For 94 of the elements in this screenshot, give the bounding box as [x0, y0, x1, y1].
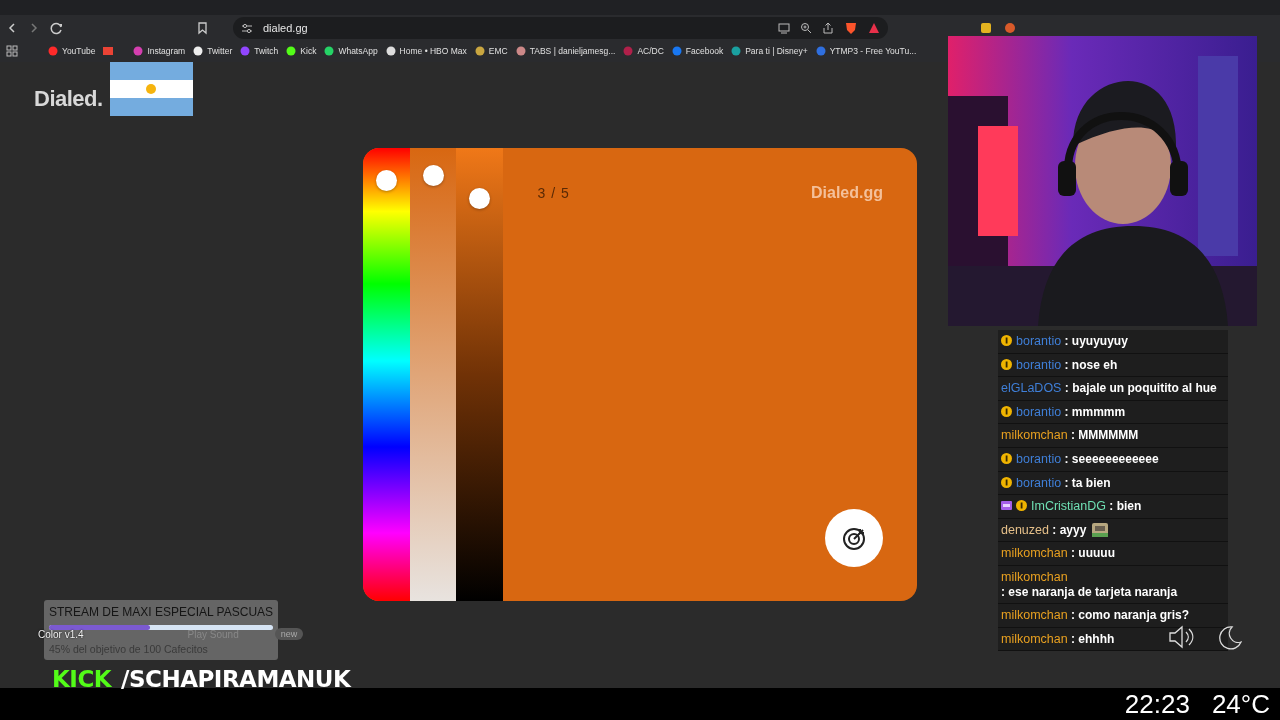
temperature-text: 24°C [1211, 688, 1270, 720]
submit-button[interactable] [825, 509, 883, 567]
circle-icon [515, 46, 526, 56]
chat-message-text: : nose eh [1064, 357, 1118, 372]
extension-icon[interactable] [980, 21, 992, 34]
reload-icon[interactable] [50, 20, 64, 35]
footer-link[interactable]: Color v1.4 [38, 628, 84, 640]
bookmark[interactable]: Para ti | Disney+ [731, 46, 808, 56]
coin-icon [1016, 500, 1027, 512]
chat-message-text: : ese naranja de tarjeta naranja [1001, 584, 1178, 599]
platform-text: KICK [52, 666, 112, 692]
mail-icon [103, 46, 114, 56]
bookmark[interactable]: WhatsApp [324, 46, 378, 56]
chat-username[interactable]: milkomchan [1001, 428, 1068, 443]
speaker-icon[interactable] [1168, 624, 1194, 650]
channel-handle: /SCHAPIRAMANUK [121, 666, 351, 692]
chat-username[interactable]: borantio [1016, 451, 1062, 466]
chat-username[interactable]: ImCristianDG [1031, 499, 1106, 514]
round-counter: 3 / 5 [537, 185, 570, 201]
chat-username[interactable]: milkomchan [1001, 546, 1068, 561]
bookmark[interactable]: Facebook [671, 46, 724, 56]
coin-icon [1001, 452, 1012, 464]
circle-icon [133, 46, 144, 56]
settings-icon[interactable] [241, 21, 253, 34]
circle-icon [240, 46, 251, 56]
circle-icon [815, 46, 826, 56]
circle-icon [385, 46, 396, 56]
chat-username[interactable]: borantio [1016, 404, 1062, 419]
back-icon[interactable] [6, 20, 18, 35]
chat-message-text: : uuuuu [1071, 546, 1115, 561]
chat-username[interactable]: borantio [1016, 334, 1062, 348]
chat-message-text: : ayyy [1052, 522, 1087, 537]
moon-icon[interactable] [1216, 624, 1242, 650]
apps-icon[interactable] [6, 45, 18, 57]
address-bar[interactable]: dialed.gg [233, 16, 888, 39]
tv-icon [1001, 500, 1012, 512]
bookmark[interactable]: Twitch [240, 46, 279, 56]
extension-icon[interactable] [1004, 21, 1016, 34]
slider-thumb[interactable] [469, 187, 490, 209]
circle-icon [671, 46, 682, 56]
clock-time: 22:23 [1124, 688, 1190, 720]
screen-icon[interactable] [778, 21, 790, 34]
lightness-slider[interactable] [456, 148, 503, 601]
brand-text: Dialed.gg [811, 184, 883, 202]
coin-icon [1001, 476, 1012, 488]
bookmark[interactable]: TABS | danieljamesg... [515, 46, 616, 56]
bookmark[interactable]: AC/DC [623, 46, 664, 56]
bookmark[interactable]: Twitter [193, 46, 233, 56]
url-text: dialed.gg [263, 21, 308, 34]
circle-icon [324, 46, 335, 56]
chat-username[interactable]: borantio [1016, 357, 1062, 372]
coin-icon [1001, 358, 1012, 370]
chat-message-text: : bien [1109, 499, 1142, 514]
slider-thumb[interactable] [376, 169, 397, 191]
circle-icon [286, 46, 297, 56]
chat-username[interactable]: milkomchan [1001, 608, 1068, 623]
coin-icon [1001, 335, 1012, 346]
target-icon [841, 525, 867, 551]
circle-icon [193, 46, 204, 56]
chat-username[interactable]: milkomchan [1001, 569, 1068, 584]
bookmark-icon[interactable] [196, 20, 209, 35]
forward-icon[interactable] [28, 20, 40, 35]
chat-username[interactable]: borantio [1016, 475, 1062, 490]
chat-message-text: : mmmmm [1064, 404, 1126, 419]
chat-message-text: : como naranja gris? [1071, 608, 1190, 623]
new-badge: new [274, 628, 304, 640]
chat-username[interactable]: denuzed [1001, 522, 1049, 537]
circle-icon [731, 46, 742, 56]
bookmark[interactable]: Home • HBO Max [385, 46, 467, 56]
chat-message-text: : seeeeeeeeeeee [1064, 451, 1159, 466]
chat-message-text: : MMMMMM [1071, 428, 1139, 443]
shield-icon[interactable] [844, 20, 858, 35]
chat-message-text: : bajale un poquitito al hue [1064, 381, 1217, 396]
chat-message-text: : ta bien [1064, 475, 1111, 490]
hue-slider[interactable] [363, 148, 410, 601]
bookmark[interactable]: Kick [286, 46, 317, 56]
site-logo[interactable]: Dialed. [34, 88, 103, 110]
chat-message-text: : ehhhh [1071, 631, 1115, 646]
share-icon[interactable] [822, 21, 834, 34]
bookmark[interactable]: YTMP3 - Free YouTu... [815, 46, 917, 56]
triangle-icon[interactable] [868, 21, 880, 34]
coin-icon [1001, 405, 1012, 417]
bookmark[interactable]: EMC [474, 46, 508, 56]
circle-icon [48, 46, 58, 56]
goal-title: STREAM DE MAXI ESPECIAL PASCUAS [49, 605, 273, 619]
circle-icon [474, 46, 485, 56]
bookmark[interactable]: Instagram [133, 46, 186, 56]
slider-thumb[interactable] [422, 165, 444, 187]
chat-username[interactable]: elGLaDOS [1001, 381, 1062, 396]
circle-icon [623, 46, 634, 56]
zoom-icon[interactable] [800, 21, 812, 34]
chat-message-text: : uyuyuyuy [1064, 334, 1128, 348]
chat-username[interactable]: milkomchan [1001, 631, 1068, 646]
bookmark[interactable]: YouTube [48, 46, 96, 56]
